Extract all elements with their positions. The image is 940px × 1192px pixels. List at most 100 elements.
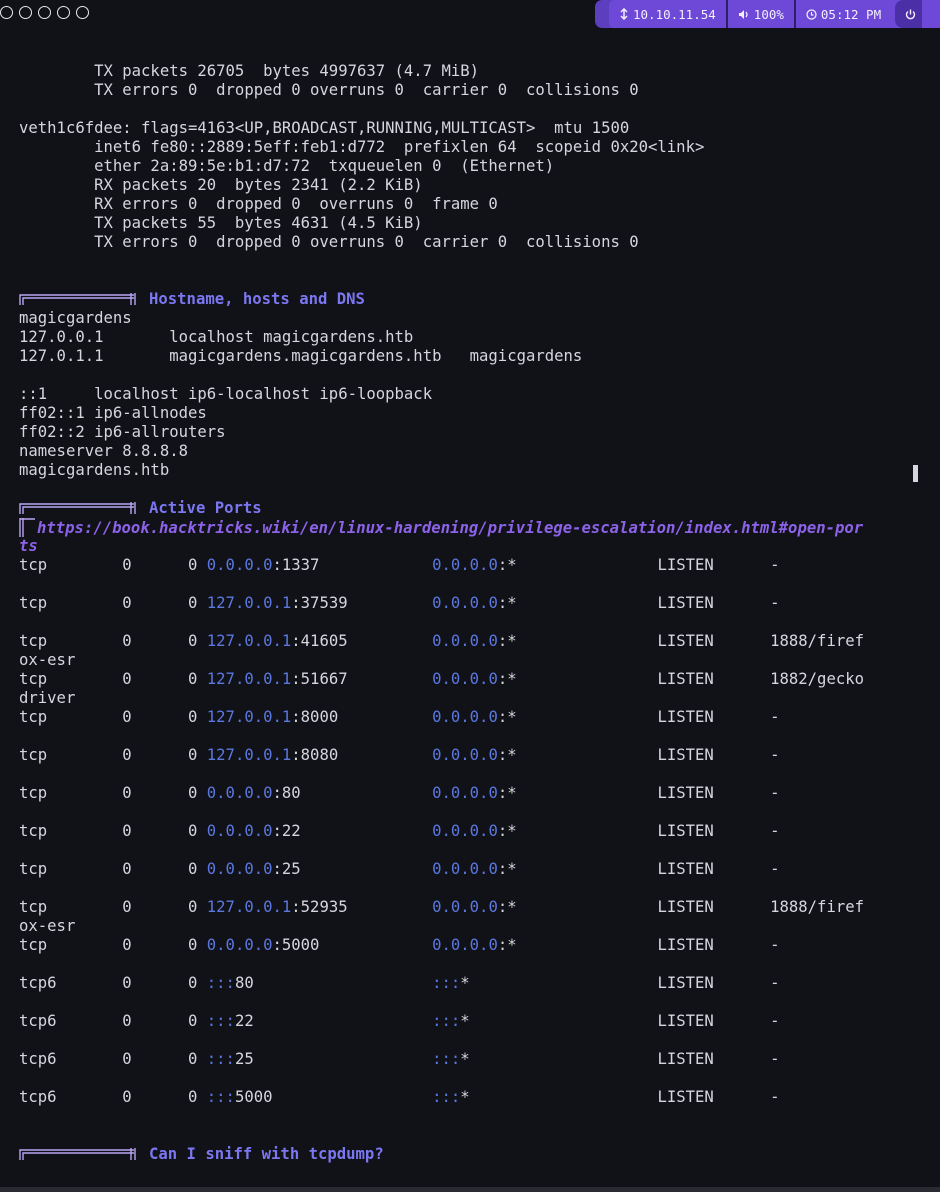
link-corner-icon bbox=[19, 518, 35, 537]
port-foreign-port: * bbox=[460, 1050, 658, 1068]
port-recvq: 0 bbox=[122, 1050, 132, 1068]
port-foreign-addr: ::: bbox=[432, 1012, 461, 1030]
volume-widget[interactable]: 100% bbox=[725, 0, 794, 28]
port-sendq: 0 bbox=[131, 784, 207, 802]
clock-widget[interactable]: 05:12 PM bbox=[793, 0, 891, 28]
section-hosts-header: Hostname, hosts and DNS bbox=[19, 290, 929, 309]
port-foreign-addr: ::: bbox=[432, 1088, 461, 1106]
workspace-3-dot[interactable] bbox=[38, 6, 51, 19]
port-foreign-addr: 0.0.0.0 bbox=[432, 822, 498, 840]
output-line: RX packets 20 bytes 2341 (2.2 KiB) bbox=[19, 176, 423, 194]
port-sendq: 0 bbox=[131, 822, 207, 840]
output-line: ::1 localhost ip6-localhost ip6-loopback bbox=[19, 385, 433, 403]
port-local-addr: 127.0.0.1 bbox=[206, 708, 292, 726]
port-foreign-addr: ::: bbox=[432, 1050, 461, 1068]
hacktricks-link-wrap[interactable]: ts bbox=[19, 537, 38, 555]
workspace-5-dot[interactable] bbox=[76, 6, 89, 19]
port-proto: tcp6 bbox=[19, 1050, 123, 1068]
port-sendq: 0 bbox=[131, 670, 207, 688]
port-proto: tcp bbox=[19, 670, 123, 688]
port-row-wrap: driver bbox=[19, 689, 76, 707]
port-local-port: :5000 bbox=[272, 936, 433, 954]
output-line: TX errors 0 dropped 0 overruns 0 carrier… bbox=[19, 233, 639, 251]
port-recvq: 0 bbox=[122, 670, 132, 688]
port-sendq: 0 bbox=[131, 1012, 207, 1030]
output-line: RX errors 0 dropped 0 overruns 0 frame 0 bbox=[19, 195, 498, 213]
port-row-wrap bbox=[19, 879, 929, 898]
port-state: LISTEN bbox=[657, 898, 771, 916]
port-local-port: :51667 bbox=[291, 670, 433, 688]
section-sniff-header-title: Can I sniff with tcpdump? bbox=[149, 1145, 384, 1163]
output-line: 127.0.0.1 localhost magicgardens.htb bbox=[19, 328, 414, 346]
network-widget[interactable]: 10.10.11.54 bbox=[609, 0, 726, 28]
port-local-port: 25 bbox=[234, 1050, 433, 1068]
port-row-wrap bbox=[19, 955, 929, 974]
port-local-port: 22 bbox=[234, 1012, 433, 1030]
workspace-2-dot[interactable] bbox=[19, 6, 32, 19]
port-row: tcp 0 0 0.0.0.0:22 0.0.0.0:* LISTEN - bbox=[19, 822, 929, 841]
port-proto: tcp bbox=[19, 556, 123, 574]
port-sendq: 0 bbox=[131, 936, 207, 954]
port-recvq: 0 bbox=[122, 632, 132, 650]
port-proto: tcp bbox=[19, 822, 123, 840]
port-state: LISTEN bbox=[657, 632, 771, 650]
output-line: ff02::1 ip6-allnodes bbox=[19, 404, 207, 422]
port-local-addr: ::: bbox=[206, 974, 235, 992]
network-icon bbox=[620, 8, 628, 20]
port-row: tcp6 0 0 :::25 :::* LISTEN - bbox=[19, 1050, 929, 1069]
section-ports-header-title: Active Ports bbox=[149, 499, 262, 517]
hacktricks-link-line[interactable]: https://book.hacktricks.wiki/en/linux-ha… bbox=[19, 518, 929, 537]
port-program: 1888/firef bbox=[770, 898, 864, 916]
port-recvq: 0 bbox=[122, 746, 132, 764]
hacktricks-link[interactable]: https://book.hacktricks.wiki/en/linux-ha… bbox=[37, 519, 863, 537]
workspace-1-dot[interactable] bbox=[0, 6, 13, 19]
port-local-port: :8080 bbox=[291, 746, 433, 764]
port-foreign-port: :* bbox=[497, 594, 658, 612]
port-foreign-port: :* bbox=[497, 822, 658, 840]
port-local-port: :41605 bbox=[291, 632, 433, 650]
power-button[interactable] bbox=[895, 0, 923, 28]
output-line: ether 2a:89:5e:b1:d7:72 txqueuelen 0 (Et… bbox=[19, 157, 555, 175]
port-local-addr: 0.0.0.0 bbox=[206, 936, 273, 954]
output-line: inet6 fe80::2889:5eff:feb1:d772 prefixle… bbox=[19, 138, 705, 156]
port-row: tcp 0 0 127.0.0.1:41605 0.0.0.0:* LISTEN… bbox=[19, 632, 929, 651]
port-local-addr: 0.0.0.0 bbox=[206, 556, 273, 574]
port-program: - bbox=[770, 1088, 780, 1106]
port-local-addr: 127.0.0.1 bbox=[206, 898, 292, 916]
port-state: LISTEN bbox=[657, 1050, 771, 1068]
port-foreign-port: * bbox=[460, 1088, 658, 1106]
port-foreign-addr: 0.0.0.0 bbox=[432, 860, 498, 878]
port-program: - bbox=[770, 1050, 780, 1068]
output-line: magicgardens.htb bbox=[19, 461, 170, 479]
port-recvq: 0 bbox=[122, 708, 132, 726]
hacktricks-link-line[interactable]: ts bbox=[19, 537, 929, 556]
port-local-addr: 0.0.0.0 bbox=[206, 784, 273, 802]
system-tray: 10.10.11.54 100% 05:12 PM bbox=[595, 0, 940, 28]
output-line: TX packets 26705 bytes 4997637 (4.7 MiB) bbox=[19, 62, 480, 80]
port-foreign-port: :* bbox=[497, 898, 658, 916]
port-foreign-addr: 0.0.0.0 bbox=[432, 556, 498, 574]
section-banner-icon bbox=[19, 293, 136, 305]
output-line: TX packets 55 bytes 4631 (4.5 KiB) bbox=[19, 214, 423, 232]
output-line: magicgardens bbox=[19, 309, 132, 327]
port-program: - bbox=[770, 860, 780, 878]
port-foreign-addr: 0.0.0.0 bbox=[432, 670, 498, 688]
port-row-wrap bbox=[19, 1031, 929, 1050]
port-foreign-port: :* bbox=[497, 556, 658, 574]
port-local-addr: ::: bbox=[206, 1088, 235, 1106]
port-state: LISTEN bbox=[657, 860, 771, 878]
port-proto: tcp bbox=[19, 708, 123, 726]
port-row: tcp 0 0 127.0.0.1:51667 0.0.0.0:* LISTEN… bbox=[19, 670, 929, 689]
terminal-output[interactable]: TX packets 26705 bytes 4997637 (4.7 MiB)… bbox=[19, 62, 929, 1164]
workspace-4-dot[interactable] bbox=[57, 6, 70, 19]
port-foreign-addr: ::: bbox=[432, 974, 461, 992]
port-row-wrap: ox-esr bbox=[19, 917, 76, 935]
port-proto: tcp bbox=[19, 632, 123, 650]
section-banner-icon bbox=[19, 502, 136, 514]
port-recvq: 0 bbox=[122, 822, 132, 840]
port-local-addr: 127.0.0.1 bbox=[206, 670, 292, 688]
port-sendq: 0 bbox=[131, 556, 207, 574]
port-local-port: 80 bbox=[234, 974, 433, 992]
port-row: tcp 0 0 127.0.0.1:8080 0.0.0.0:* LISTEN … bbox=[19, 746, 929, 765]
port-sendq: 0 bbox=[131, 632, 207, 650]
